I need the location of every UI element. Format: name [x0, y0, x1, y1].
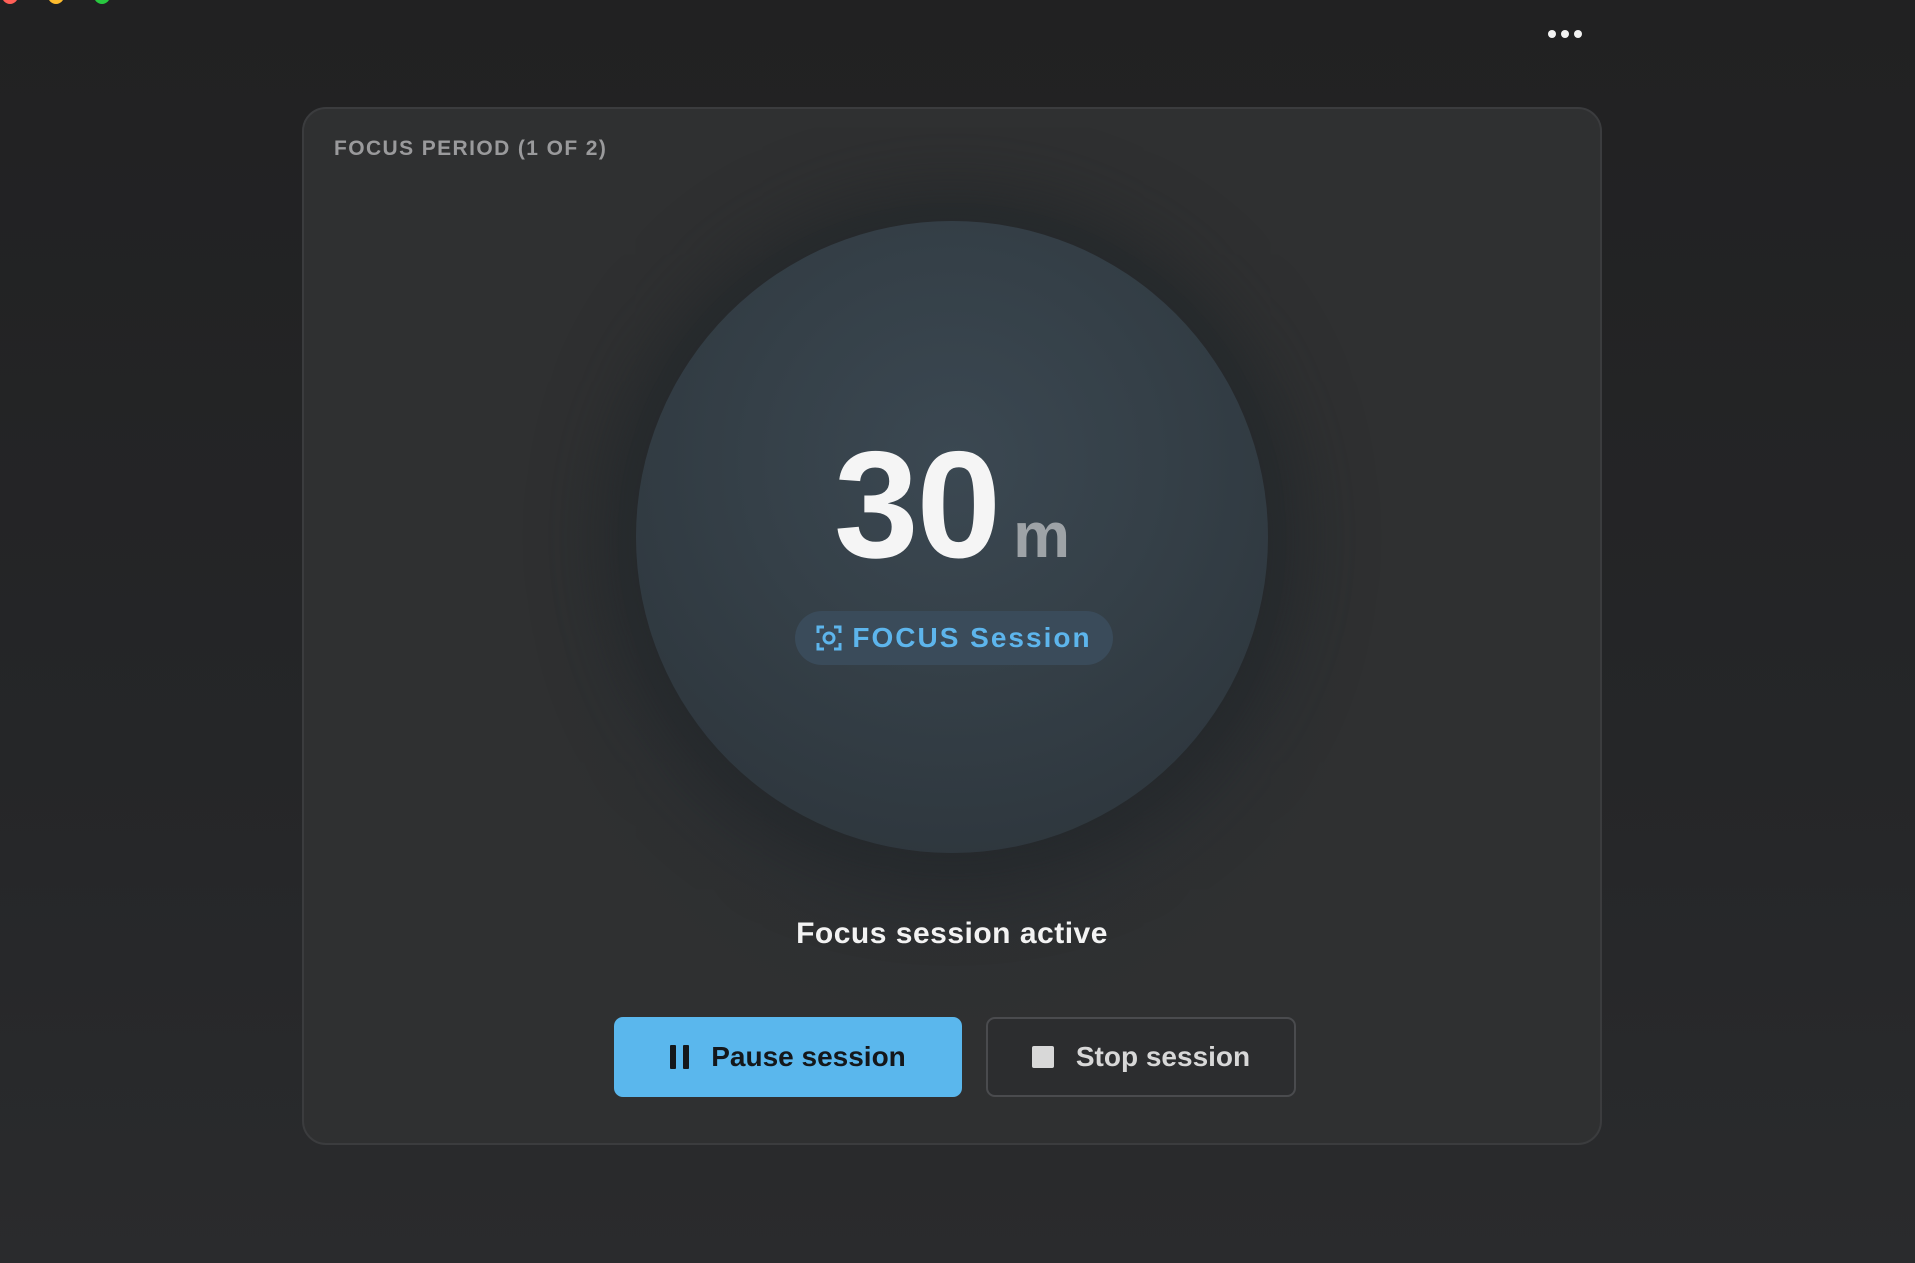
- pause-session-button[interactable]: Pause session: [614, 1017, 962, 1097]
- window-controls: [0, 0, 110, 4]
- session-type-badge: FOCUS Session: [795, 611, 1113, 665]
- app-window: FOCUS PERIOD (1 OF 2) 30 m FOCUS Session…: [0, 0, 1915, 1263]
- minimize-window-button[interactable]: [48, 0, 64, 4]
- pause-session-label: Pause session: [711, 1041, 906, 1072]
- session-type-label: FOCUS Session: [852, 622, 1092, 653]
- stop-session-button[interactable]: Stop session: [986, 1017, 1296, 1097]
- timer-value: 30: [834, 420, 1001, 590]
- focus-period-label: FOCUS PERIOD (1 OF 2): [334, 137, 608, 160]
- timer-unit: m: [1013, 499, 1070, 571]
- focus-card: FOCUS PERIOD (1 OF 2) 30 m FOCUS Session…: [302, 107, 1602, 1145]
- timer-display: 30 m: [304, 429, 1600, 581]
- stop-icon: [1031, 1046, 1054, 1068]
- focus-target-icon: [816, 625, 842, 651]
- stop-session-label: Stop session: [1075, 1041, 1251, 1072]
- session-status-text: Focus session active: [796, 917, 1108, 950]
- more-options-button[interactable]: [1535, 16, 1595, 52]
- ellipsis-icon: [1548, 30, 1582, 38]
- close-window-button[interactable]: [2, 0, 18, 4]
- maximize-window-button[interactable]: [94, 0, 110, 4]
- pause-icon: [670, 1045, 690, 1069]
